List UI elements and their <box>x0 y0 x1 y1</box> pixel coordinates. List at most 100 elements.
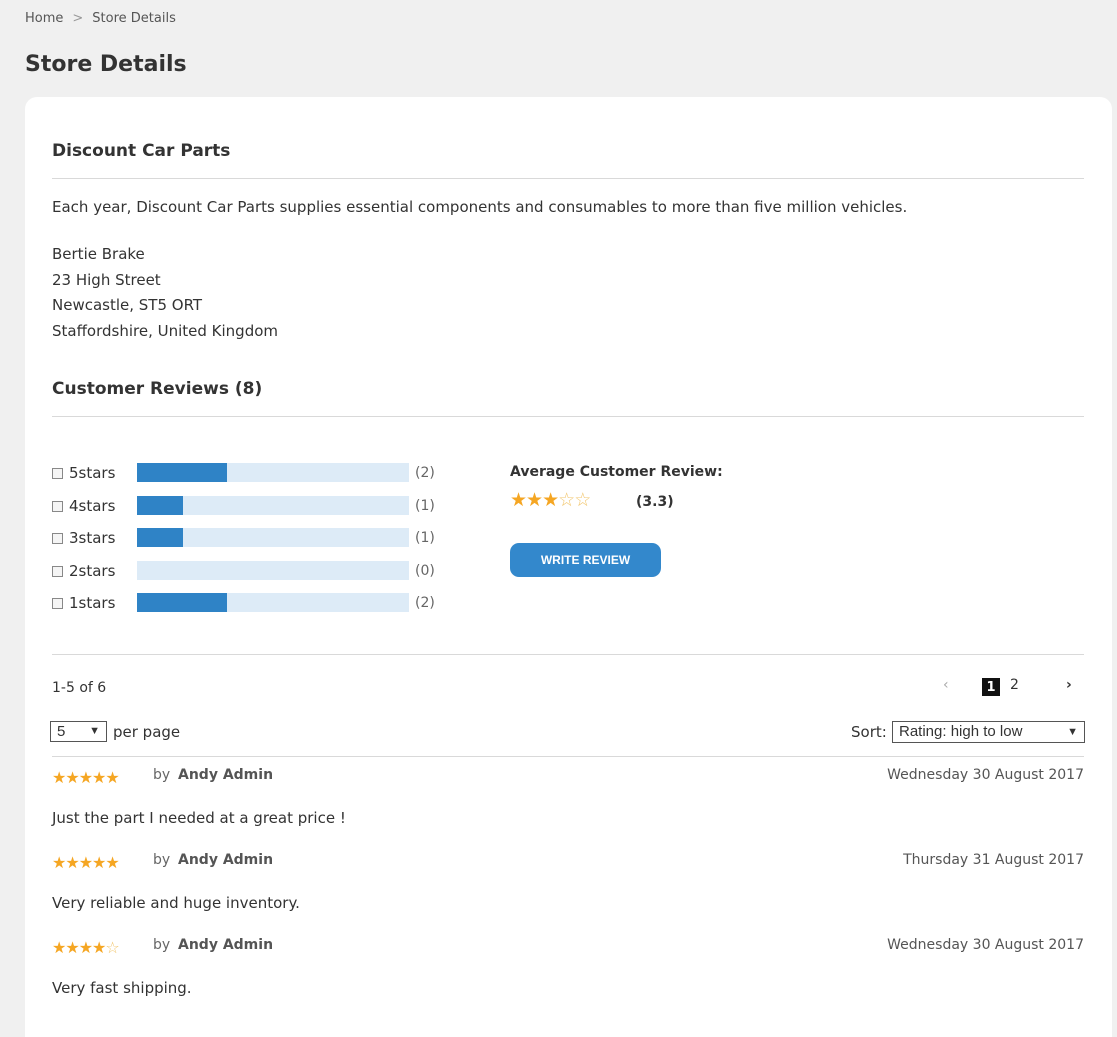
star-outline-icon: ☆ <box>574 489 591 511</box>
rating-filter-label: 2stars <box>69 561 116 580</box>
breadcrumb: Home > Store Details <box>25 11 176 26</box>
star-icon: ★ <box>92 853 106 872</box>
breadcrumb-home[interactable]: Home <box>25 11 63 26</box>
page-1-button[interactable]: 1 <box>982 678 1000 696</box>
rating-count: (1) <box>415 497 435 514</box>
rating-bar-track <box>137 593 409 612</box>
address-line: Newcastle, ST5 ORT <box>52 296 203 314</box>
review-text: Very fast shipping. <box>52 979 192 997</box>
review-author[interactable]: Andy Admin <box>178 767 273 783</box>
rating-count: (0) <box>415 562 435 579</box>
star-icon: ★ <box>65 768 79 787</box>
sort-select[interactable]: Rating: high to low ▼ <box>892 721 1085 743</box>
rating-count: (1) <box>415 530 435 546</box>
divider <box>52 416 1084 417</box>
per-page-value: 5 <box>57 723 66 740</box>
divider <box>52 178 1084 179</box>
review-text: Very reliable and huge inventory. <box>52 894 300 912</box>
address-line: Staffordshire, United Kingdom <box>52 321 279 340</box>
rating-filter-checkbox[interactable] <box>52 468 63 479</box>
results-range: 1-5 of 6 <box>52 680 107 696</box>
rating-filter-row[interactable]: 1stars (2) <box>52 593 472 615</box>
review-header: ★★★★☆ by Andy Admin Wednesday 30 August 201… <box>52 937 1084 957</box>
review-stars: ★★★★★ <box>52 768 120 787</box>
review-text: Just the part I needed at a great price … <box>52 809 346 827</box>
average-rating-stars: ★★★☆☆ <box>510 489 591 511</box>
store-details-card: Discount Car Parts Each year, Discount C… <box>25 97 1112 1037</box>
star-icon: ★ <box>52 768 66 787</box>
rating-filter-checkbox[interactable] <box>52 500 63 512</box>
rating-bar-track <box>137 528 409 547</box>
average-review-label: Average Customer Review: <box>510 464 723 480</box>
review-stars: ★★★★☆ <box>52 938 120 957</box>
star-outline-icon: ☆ <box>558 489 575 511</box>
star-icon: ★ <box>510 489 527 511</box>
chevron-right-icon[interactable]: › <box>1066 677 1072 693</box>
divider <box>52 654 1084 655</box>
breadcrumb-current: Store Details <box>92 11 176 26</box>
star-icon: ★ <box>65 853 79 872</box>
sort-label: Sort: <box>851 723 887 741</box>
review-header: ★★★★★ by Andy Admin Thursday 31 August 2017 <box>52 852 1084 872</box>
rating-filter-row[interactable]: 2stars (0) <box>52 560 472 583</box>
review-date: Wednesday 30 August 2017 <box>887 767 1084 783</box>
divider <box>52 756 1084 757</box>
dropdown-arrow-icon: ▼ <box>1067 726 1078 738</box>
review-author[interactable]: Andy Admin <box>178 852 273 868</box>
rating-filter-row[interactable]: 4stars (1) <box>52 495 472 518</box>
review-stars: ★★★★★ <box>52 853 120 872</box>
star-icon: ★ <box>78 853 93 872</box>
star-outline-icon: ☆ <box>105 938 119 957</box>
rating-bar-track <box>137 560 409 580</box>
star-icon: ★ <box>52 853 66 872</box>
rating-bar-track <box>137 463 409 482</box>
review-by: by <box>153 767 171 783</box>
per-page-label: per page <box>113 723 181 741</box>
breadcrumb-separator-icon: > <box>72 11 84 26</box>
address-line: Bertie Brake <box>52 245 145 263</box>
address-line: 23 High Street <box>52 270 161 289</box>
store-name: Discount Car Parts <box>52 141 231 161</box>
review-author[interactable]: Andy Admin <box>178 937 273 953</box>
rating-bar-fill <box>137 495 184 515</box>
dropdown-arrow-icon: ▼ <box>89 725 100 737</box>
rating-filter-label: 1stars <box>69 594 116 612</box>
store-description: Each year, Discount Car Parts supplies e… <box>52 198 908 216</box>
rating-filter-checkbox[interactable] <box>52 598 63 609</box>
rating-count: (2) <box>415 595 435 611</box>
rating-count: (2) <box>415 465 435 481</box>
sort-value: Rating: high to low <box>899 723 1023 740</box>
star-icon: ★ <box>92 938 106 957</box>
review-date: Thursday 31 August 2017 <box>903 852 1084 868</box>
rating-filter-checkbox[interactable] <box>52 533 63 544</box>
page-title: Store Details <box>25 52 187 77</box>
rating-bar-track <box>137 495 409 515</box>
rating-filter-row[interactable]: 3stars (1) <box>52 528 472 550</box>
star-icon: ★ <box>92 768 106 787</box>
chevron-left-icon[interactable]: ‹ <box>943 677 949 693</box>
average-rating-value: (3.3) <box>636 494 674 510</box>
star-icon: ★ <box>105 853 119 872</box>
rating-bar-fill <box>137 528 184 547</box>
rating-filter-label: 4stars <box>69 496 116 515</box>
review-date: Wednesday 30 August 2017 <box>887 937 1084 953</box>
star-icon: ★ <box>65 938 79 957</box>
rating-bar-fill <box>137 593 227 612</box>
write-review-button[interactable]: WRITE REVIEW <box>510 543 661 577</box>
rating-filter-label: 3stars <box>69 529 116 547</box>
per-page-select[interactable]: 5 ▼ <box>50 721 107 742</box>
page-2-button[interactable]: 2 <box>1010 677 1019 693</box>
rating-bar-fill <box>137 463 227 482</box>
review-by: by <box>153 852 171 868</box>
rating-filter-row[interactable]: 5stars (2) <box>52 463 472 485</box>
review-header: ★★★★★ by Andy Admin Wednesday 30 August 201… <box>52 767 1084 787</box>
star-icon: ★ <box>52 938 66 957</box>
star-icon: ★ <box>78 768 93 787</box>
reviews-title: Customer Reviews (8) <box>52 379 263 399</box>
star-icon: ★ <box>105 768 119 787</box>
store-address: Bertie Brake 23 High Street Newcastle, S… <box>52 242 278 344</box>
rating-filter-checkbox[interactable] <box>52 565 63 577</box>
star-icon: ★ <box>542 489 559 511</box>
star-icon: ★ <box>78 938 93 957</box>
review-by: by <box>153 937 171 953</box>
